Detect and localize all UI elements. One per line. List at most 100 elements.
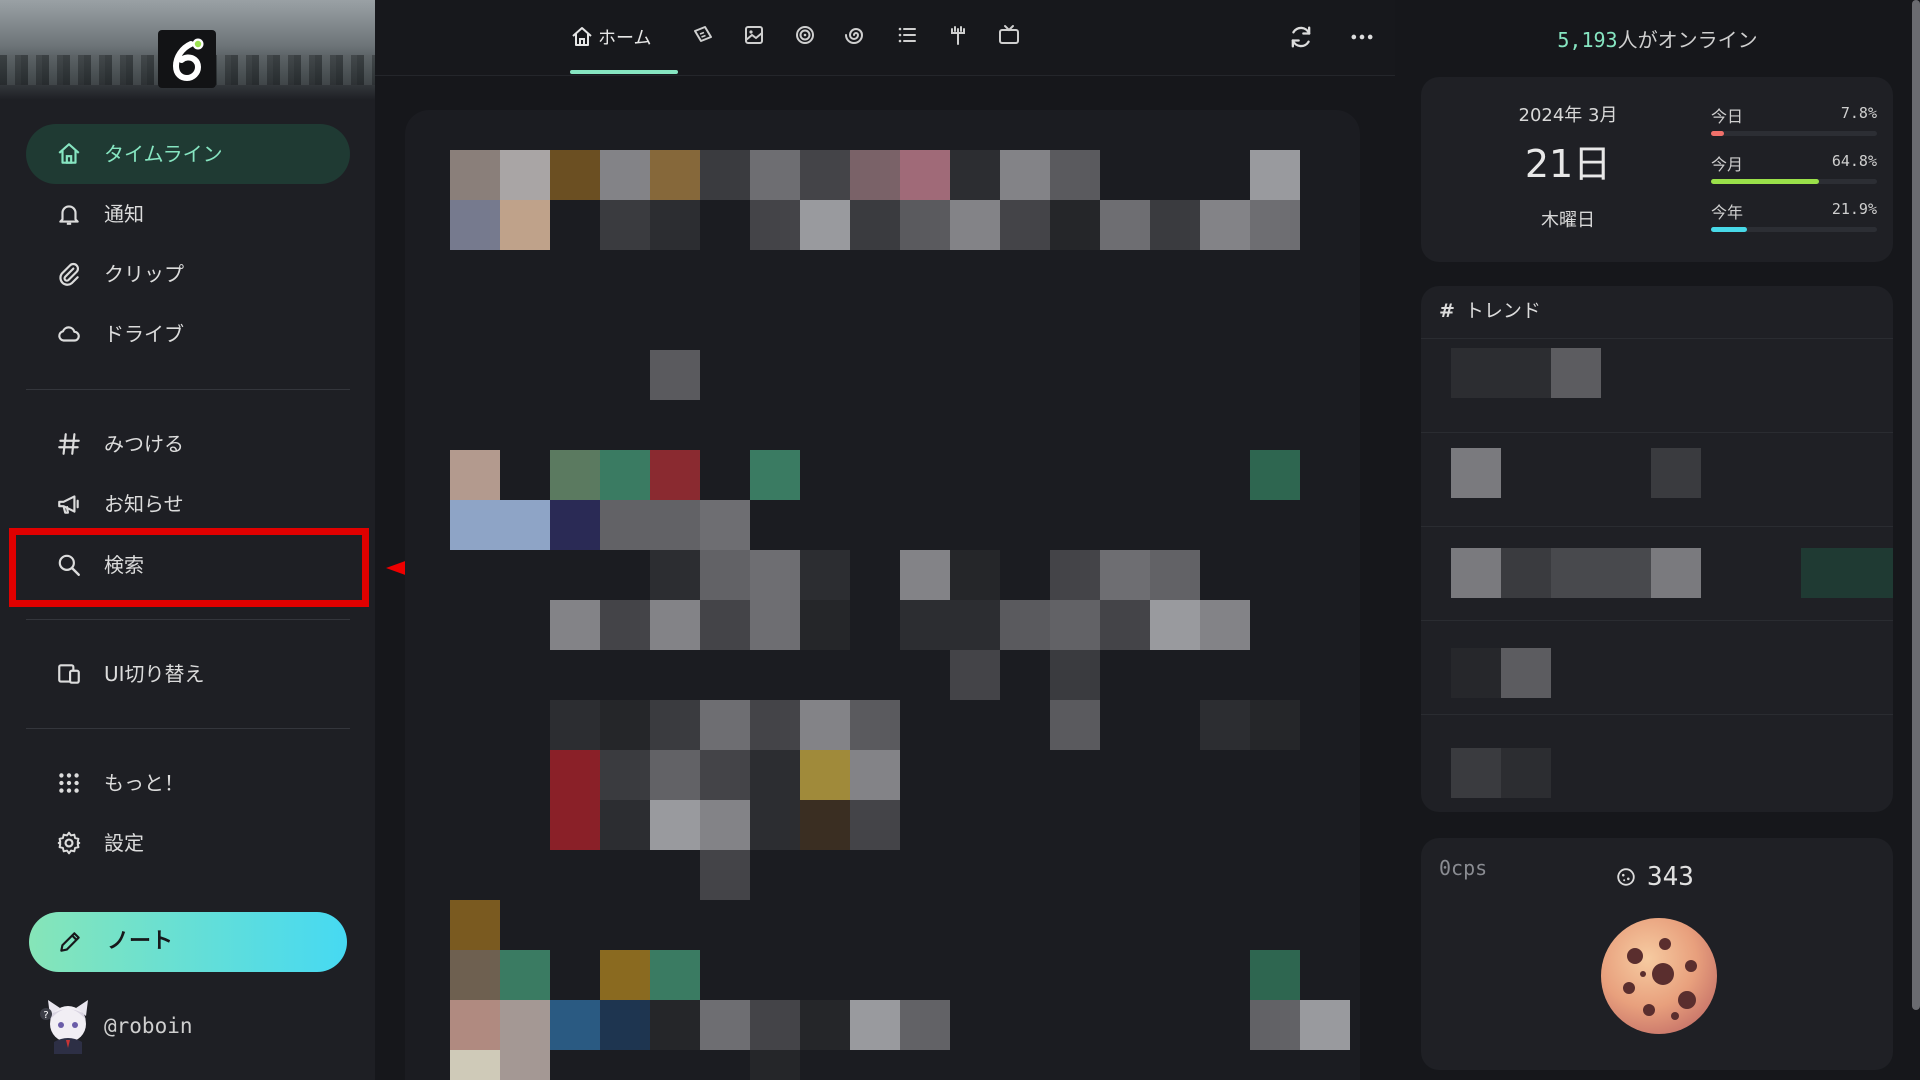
pixelated-block	[800, 700, 850, 750]
cookie-count-value: 343	[1647, 862, 1694, 892]
sidebar-item-more[interactable]: もっと！	[26, 753, 350, 813]
sidebar-item-settings[interactable]: 設定	[26, 813, 350, 873]
annotation-highlight-box	[9, 528, 369, 607]
media-icon[interactable]	[742, 23, 766, 47]
progress-label: 今年	[1711, 203, 1744, 222]
widget-column: 5,193人がオンライン 2024年 3月 21日 木曜日 今日 7.8% 今月…	[1395, 0, 1920, 1080]
pixelated-block	[1250, 700, 1300, 750]
progress-label: 今日	[1711, 107, 1744, 126]
progress-fill	[1711, 179, 1819, 184]
megaphone-icon	[58, 495, 79, 514]
pixelated-block	[1050, 550, 1100, 600]
pixelated-block	[650, 200, 700, 250]
tab-home[interactable]: ホーム	[570, 20, 651, 54]
gear-icon	[57, 831, 81, 855]
pixelated-block	[900, 1000, 950, 1050]
instance-logo[interactable]	[158, 30, 216, 88]
reload-icon[interactable]	[1287, 23, 1315, 51]
timeline-feed[interactable]	[405, 110, 1360, 1080]
sidebar-item-drive[interactable]: ドライブ	[26, 304, 350, 364]
pixelated-block	[1200, 700, 1250, 750]
svg-text:?: ?	[43, 1010, 48, 1021]
scrollbar[interactable]	[1912, 0, 1920, 1010]
pixelated-block	[1100, 550, 1150, 600]
note-button[interactable]: ノート	[29, 912, 347, 972]
pixelated-block	[600, 600, 650, 650]
pixelated-block	[500, 1000, 550, 1050]
pixelated-block	[550, 1000, 600, 1050]
pixelated-block	[700, 800, 750, 850]
pixelated-block	[1150, 600, 1200, 650]
pixelated-block	[1801, 548, 1851, 598]
local-timeline-icon[interactable]	[691, 23, 715, 47]
pencil-icon	[60, 932, 80, 952]
progress-track	[1711, 179, 1877, 184]
pixelated-block	[900, 550, 950, 600]
pixelated-block	[600, 950, 650, 1000]
cookie-button[interactable]	[1599, 916, 1719, 1036]
pixelated-block	[650, 600, 700, 650]
global-timeline-icon[interactable]	[844, 23, 868, 47]
pixelated-block	[650, 1000, 700, 1050]
pixelated-block	[1651, 448, 1701, 498]
sidebar-item-label: タイムライン	[104, 142, 223, 166]
pixelated-block	[700, 550, 750, 600]
pixelated-block	[1551, 548, 1601, 598]
pixelated-block	[950, 650, 1000, 700]
pixelated-block	[950, 550, 1000, 600]
list-icon[interactable]	[895, 23, 919, 47]
account-menu[interactable]: ? @roboin	[30, 994, 350, 1058]
trend-row-divider	[1421, 620, 1893, 621]
pixelated-block	[1050, 650, 1100, 700]
pixelated-block	[1000, 150, 1050, 200]
pixelated-block	[450, 500, 500, 550]
antenna-icon[interactable]	[946, 23, 970, 47]
pixelated-block	[1250, 150, 1300, 200]
pixelated-block	[1551, 348, 1601, 398]
sidebar-item-label: UI切り替え	[104, 662, 205, 686]
sidebar-item-explore[interactable]: みつける	[26, 414, 350, 474]
pixelated-block	[550, 150, 600, 200]
pixelated-block	[650, 350, 700, 400]
pixelated-block	[950, 200, 1000, 250]
pixelated-block	[600, 150, 650, 200]
trend-row-divider	[1421, 526, 1893, 527]
pixelated-block	[1200, 600, 1250, 650]
sidebar-item-announcements[interactable]: お知らせ	[26, 474, 350, 534]
social-timeline-icon[interactable]	[793, 23, 817, 47]
pixelated-block	[650, 500, 700, 550]
sidebar-item-ui-switch[interactable]: UI切り替え	[26, 644, 350, 704]
pixelated-block	[750, 200, 800, 250]
sidebar-item-label: お知らせ	[104, 492, 184, 516]
pixelated-block	[500, 150, 550, 200]
pixelated-block	[650, 150, 700, 200]
online-count: 5,193	[1557, 28, 1618, 52]
more-menu-icon[interactable]	[1348, 23, 1376, 51]
progress-track	[1711, 131, 1877, 136]
pixelated-block	[600, 450, 650, 500]
pixelated-block	[600, 200, 650, 250]
sidebar-item-timeline[interactable]: タイムライン	[26, 124, 350, 184]
pixelated-block	[450, 150, 500, 200]
pixelated-block	[800, 800, 850, 850]
pixelated-block	[1451, 448, 1501, 498]
sidebar-item-clips[interactable]: クリップ	[26, 244, 350, 304]
progress-month: 今月 64.8%	[1711, 151, 1877, 191]
progress-track	[1711, 227, 1877, 232]
paperclip-icon	[59, 262, 79, 286]
channel-icon[interactable]	[997, 23, 1021, 47]
sidebar-item-notifications[interactable]: 通知	[26, 184, 350, 244]
pixelated-block	[900, 150, 950, 200]
pixelated-block	[850, 150, 900, 200]
pixelated-block	[750, 450, 800, 500]
pixelated-block	[550, 750, 600, 800]
hash-icon	[58, 433, 80, 455]
sidebar-divider	[26, 728, 350, 729]
pixelated-block	[1150, 200, 1200, 250]
pixelated-block	[450, 450, 500, 500]
pixelated-block	[1050, 700, 1100, 750]
hash-icon: #	[1439, 300, 1455, 322]
pixelated-block	[650, 700, 700, 750]
pixelated-block	[1000, 600, 1050, 650]
pixelated-block	[650, 550, 700, 600]
